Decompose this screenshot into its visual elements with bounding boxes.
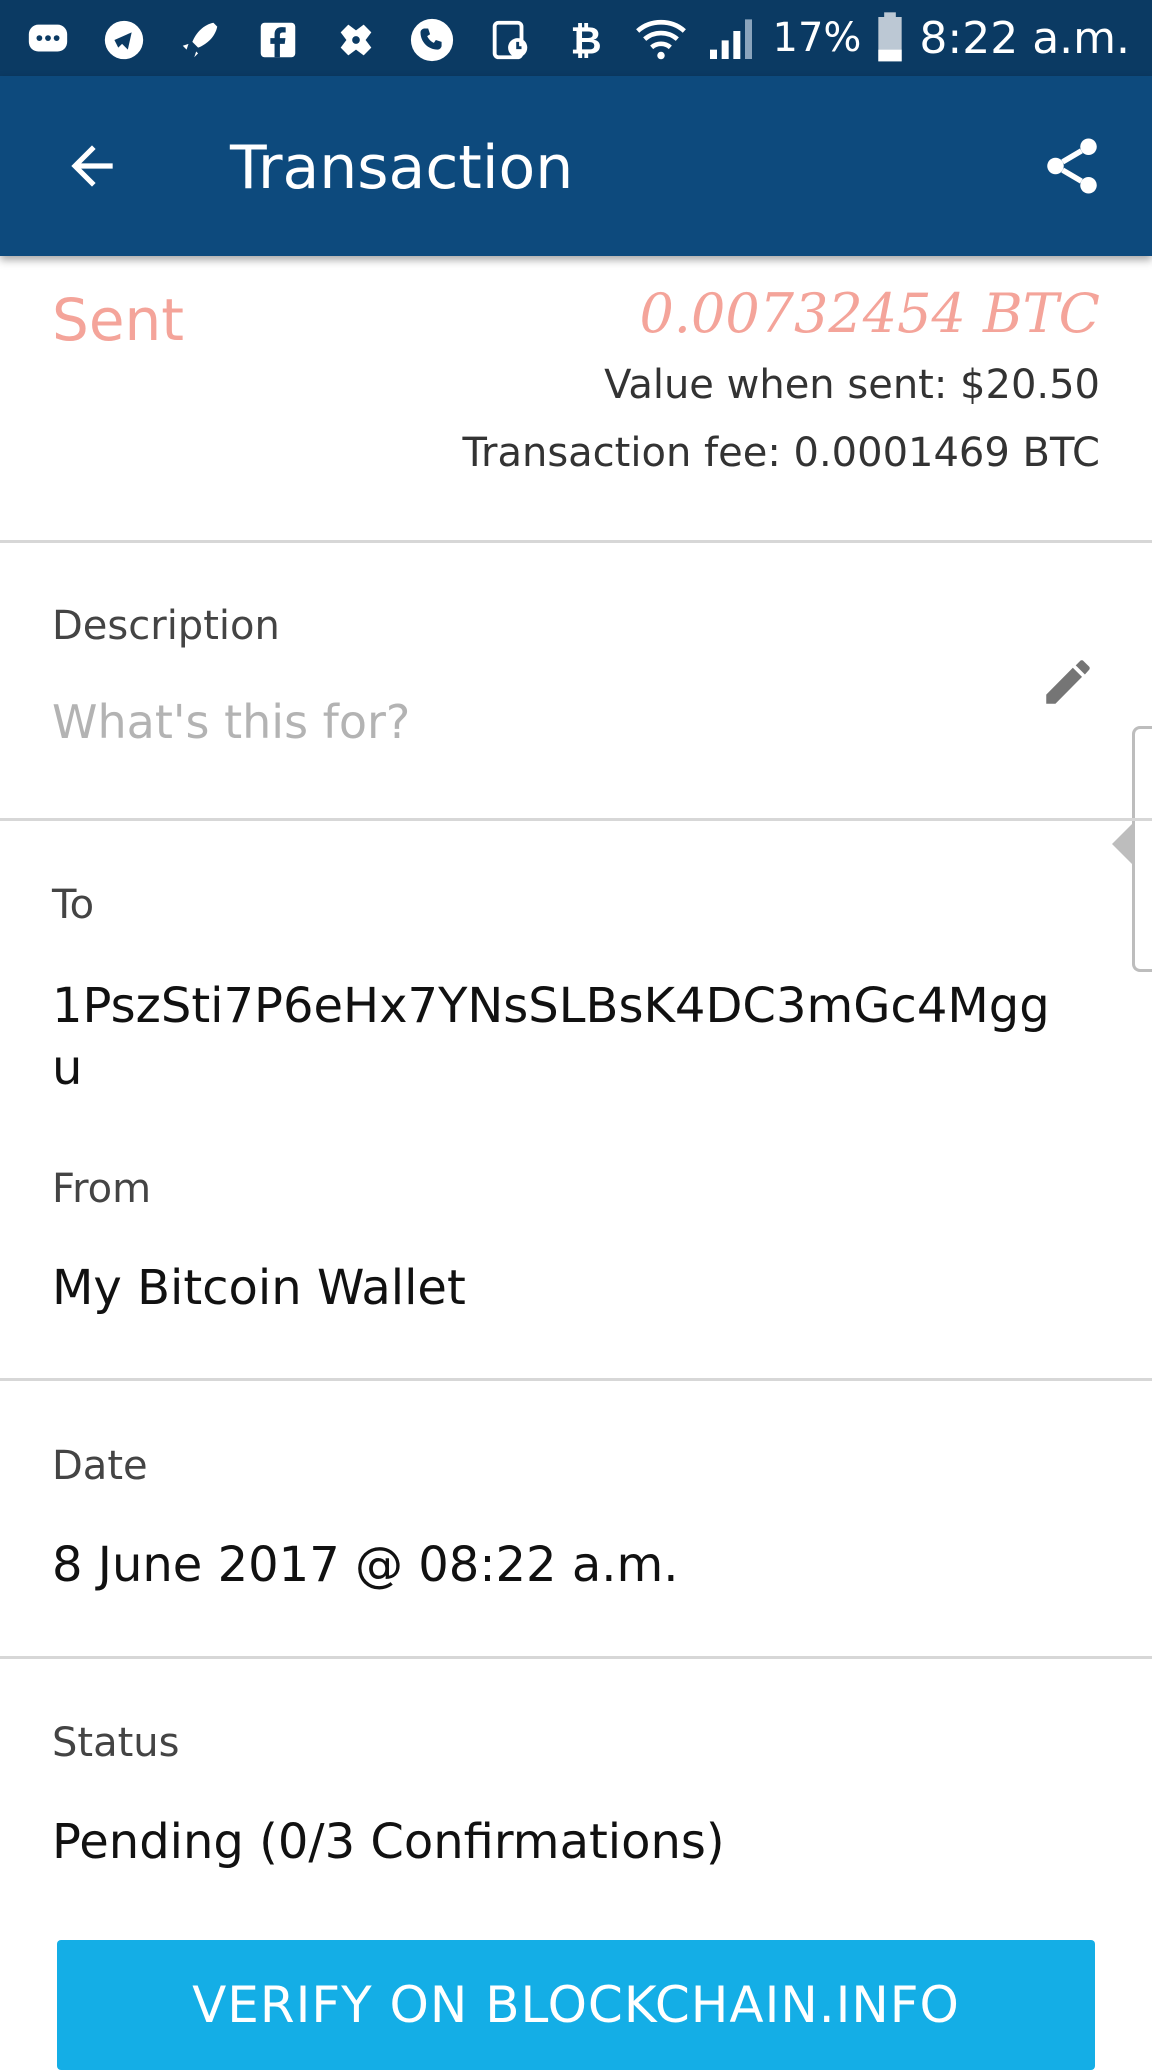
wifi-icon [633, 10, 689, 66]
from-wallet: My Bitcoin Wallet [52, 1260, 466, 1316]
to-address-continued: u [52, 1040, 83, 1096]
from-label: From [52, 1166, 152, 1212]
status-label: Status [52, 1720, 180, 1766]
description-placeholder[interactable]: What's this for? [52, 695, 410, 749]
verify-on-blockchain-button[interactable]: VERIFY ON BLOCKCHAIN.INFO [57, 1940, 1095, 2070]
divider [0, 818, 1152, 821]
status-value: Pending (0/3 Confirmations) [52, 1814, 725, 1870]
transaction-fee: Transaction fee: 0.0001469 BTC [462, 430, 1100, 476]
side-panel-handle[interactable] [1132, 726, 1152, 972]
chevron-left-icon [1112, 822, 1134, 866]
share-button[interactable] [1032, 126, 1112, 206]
edit-description-button[interactable] [1036, 650, 1100, 714]
divider [0, 1656, 1152, 1659]
to-label: To [52, 882, 95, 928]
status-bar: ₿ 17% 8:22 a.m. [0, 0, 1152, 76]
battery-percent: 17% [772, 15, 862, 61]
game-controller-icon [330, 14, 382, 66]
rocket-icon [174, 14, 226, 66]
to-address: 1PszSti7P6eHx7YNsSLBsK4DC3mGc4Mgg [52, 978, 1050, 1034]
date-value: 8 June 2017 @ 08:22 a.m. [52, 1537, 679, 1593]
bitcoin-icon: ₿ [560, 14, 612, 66]
chat-bubble-icon [22, 14, 74, 66]
signal-icon [703, 10, 759, 66]
direction-label: Sent [52, 286, 185, 354]
arrow-left-icon [71, 145, 113, 187]
battery-icon [875, 10, 905, 66]
clock-time: 8:22 a.m. [919, 12, 1130, 64]
app-bar: Transaction [0, 76, 1152, 256]
svg-text:₿: ₿ [570, 18, 601, 63]
facebook-icon [252, 14, 304, 66]
share-icon [1047, 138, 1097, 194]
divider [0, 1378, 1152, 1381]
telegram-icon [98, 14, 150, 66]
page-title: Transaction [230, 133, 574, 203]
value-when-sent: Value when sent: $20.50 [604, 362, 1100, 408]
pencil-icon [1046, 660, 1090, 704]
back-button[interactable] [52, 126, 132, 206]
transaction-amount: 0.00732454 BTC [639, 282, 1100, 345]
description-label: Description [52, 603, 280, 649]
date-label: Date [52, 1443, 148, 1489]
phone-icon [406, 14, 458, 66]
clock-alarm-icon [484, 14, 536, 66]
description-section[interactable]: Description What's this for? [0, 543, 1152, 819]
